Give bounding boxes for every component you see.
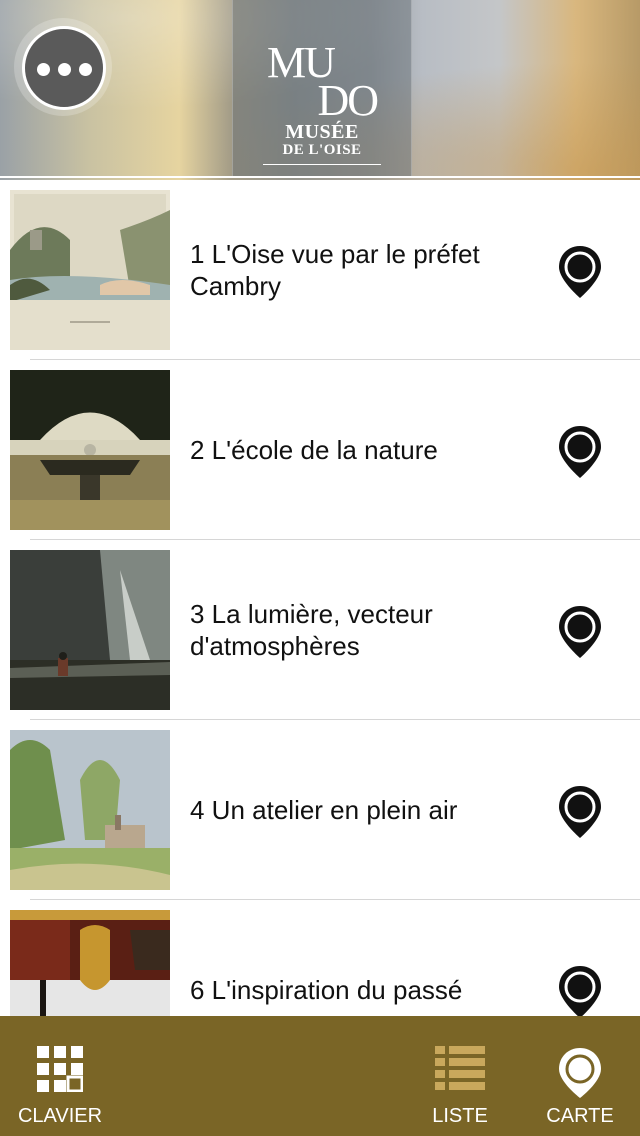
dot-icon	[58, 63, 71, 76]
tab-liste[interactable]: LISTE	[400, 1016, 520, 1136]
list-item[interactable]: 3 La lumière, vecteur d'atmosphères	[0, 540, 640, 720]
artwork-thumbnail	[10, 370, 170, 530]
tour-list[interactable]: 1 L'Oise vue par le préfet Cambry 2 L'éc…	[0, 180, 640, 1016]
artwork-thumbnail	[10, 190, 170, 350]
logo-do: DO	[317, 76, 379, 125]
item-title: 4 Un atelier en plein air	[190, 795, 458, 825]
list-item[interactable]: 4 Un atelier en plein air	[0, 720, 640, 900]
item-title: 6 L'inspiration du passé	[190, 975, 463, 1005]
list-item[interactable]: 2 L'école de la nature	[0, 360, 640, 540]
logo-musee: MUSÉE	[285, 121, 359, 143]
item-title: 3 La lumière, vecteur d'atmosphères	[190, 599, 433, 661]
tab-clavier[interactable]: CLAVIER	[0, 1016, 120, 1136]
map-pin-icon[interactable]	[556, 424, 604, 480]
map-pin-icon[interactable]	[556, 604, 604, 660]
logo-de-loise: DE L'OISE	[282, 142, 362, 158]
tab-bar: CLAVIER LISTE CARTE	[0, 1016, 640, 1136]
map-pin-icon[interactable]	[556, 244, 604, 300]
list-item[interactable]: 1 L'Oise vue par le préfet Cambry	[0, 180, 640, 360]
museum-logo: MU DO MUSÉE DE L'OISE	[232, 0, 412, 176]
item-title: 2 L'école de la nature	[190, 435, 438, 465]
tab-label: CLAVIER	[17, 1105, 103, 1127]
keypad-icon	[37, 1046, 83, 1092]
dot-icon	[37, 63, 50, 76]
dot-icon	[79, 63, 92, 76]
artwork-thumbnail	[10, 730, 170, 890]
header: MU DO MUSÉE DE L'OISE	[0, 0, 640, 180]
list-icon	[435, 1046, 485, 1090]
item-title: 1 L'Oise vue par le préfet Cambry	[190, 239, 480, 301]
list-item[interactable]: 6 L'inspiration du passé	[0, 900, 640, 1016]
header-divider	[0, 176, 640, 178]
more-menu-button[interactable]	[14, 18, 112, 116]
tab-label: CARTE	[546, 1105, 614, 1127]
artwork-thumbnail	[10, 550, 170, 710]
map-pin-icon[interactable]	[556, 964, 604, 1016]
tab-carte[interactable]: CARTE	[520, 1016, 640, 1136]
map-pin-icon[interactable]	[556, 784, 604, 840]
logo-rule	[263, 164, 381, 165]
more-icon	[22, 26, 106, 110]
artwork-thumbnail	[10, 910, 170, 1016]
map-pin-icon	[559, 1048, 601, 1098]
tab-label: LISTE	[432, 1105, 488, 1127]
